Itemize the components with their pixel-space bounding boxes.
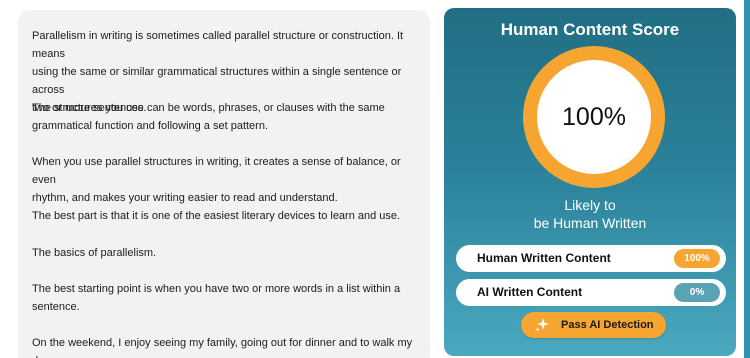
paragraph: The best starting point is when you have… <box>32 283 401 313</box>
pass-ai-detection-label: Pass AI Detection <box>561 319 654 331</box>
score-ring-center: 100% <box>537 60 651 174</box>
paragraph: The basics of parallelism. <box>32 247 157 259</box>
verdict-line-1: Likely to <box>564 197 616 213</box>
human-written-badge: 100% <box>674 249 720 268</box>
pass-ai-detection-button[interactable]: Pass AI Detection <box>521 312 666 338</box>
sparkle-icon <box>534 317 550 333</box>
paragraph: The best part is that it is one of the e… <box>32 210 401 222</box>
paragraph: The structures you use can be words, phr… <box>32 102 385 132</box>
score-verdict: Likely to be Human Written <box>444 196 736 232</box>
ai-written-badge: 0% <box>674 283 720 302</box>
human-written-row: Human Written Content 100% <box>456 245 726 272</box>
score-title: Human Content Score <box>500 20 680 39</box>
ai-written-label: AI Written Content <box>477 285 583 299</box>
app-frame: Parallelism in writing is sometimes call… <box>0 0 744 358</box>
human-content-score-panel: Human Content Score 100% Likely to be Hu… <box>444 8 736 356</box>
score-ring: 100% <box>523 46 665 188</box>
paragraph: When you use parallel structures in writ… <box>32 156 401 204</box>
paragraph: On the weekend, I enjoy seeing my family… <box>32 337 413 358</box>
ai-written-row: AI Written Content 0% <box>456 279 726 306</box>
score-value: 100% <box>562 102 626 131</box>
window-edge <box>744 0 750 358</box>
content-text-panel[interactable]: Parallelism in writing is sometimes call… <box>18 10 430 358</box>
human-written-label: Human Written Content <box>477 251 611 265</box>
verdict-line-2: be Human Written <box>533 215 647 231</box>
